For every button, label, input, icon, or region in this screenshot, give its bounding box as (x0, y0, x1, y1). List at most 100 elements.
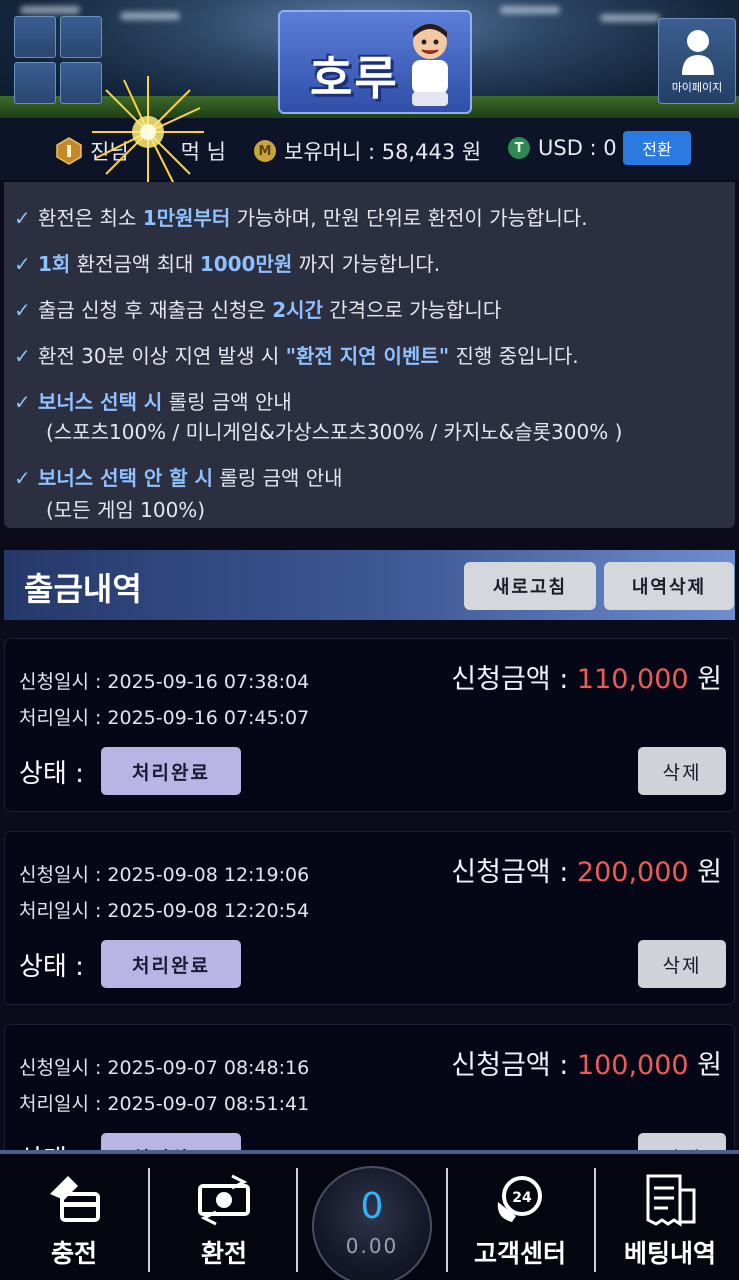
nav-betting-history[interactable]: 베팅내역 (596, 1154, 739, 1280)
request-amount: 신청금액 : 100,000 원 (451, 1043, 722, 1082)
bottom-nav: 충전 환전 0 0.00 24 고객센터 베팅내역 (0, 1150, 739, 1280)
notice-highlight: 1회 (38, 252, 71, 276)
check-icon: ✓ (14, 298, 31, 322)
notice-line: ✓ 보너스 선택 안 할 시 롤링 금액 안내 (14, 462, 343, 491)
check-icon: ✓ (14, 252, 31, 276)
notice-text: 진행 중입니다. (449, 344, 579, 368)
mypage-label: 마이페이지 (671, 81, 723, 94)
notice-line: ✓ 보너스 선택 시 롤링 금액 안내 (14, 386, 292, 415)
clear-history-button[interactable]: 내역삭제 (604, 562, 734, 610)
stadium-light (600, 14, 660, 22)
delete-button[interactable]: 삭제 (638, 747, 726, 795)
notice-text: 환전 30분 이상 지연 발생 시 (38, 344, 286, 368)
exchange-money-icon (198, 1174, 250, 1226)
section-title: 출금내역 (24, 570, 142, 608)
user-icon (682, 30, 714, 75)
request-time: 신청일시 : 2025-09-07 08:48:16 (19, 1057, 310, 1079)
dial-sub-value: 0.00 (345, 1234, 399, 1258)
money-display: M 보유머니 : 58,443 원 (254, 136, 481, 166)
usd-coin-icon: T (508, 137, 530, 159)
menu-grid-cell (14, 62, 56, 104)
request-time: 신청일시 : 2025-09-16 07:38:04 (19, 671, 310, 693)
notice-text: 환전은 최소 (38, 206, 143, 230)
withdrawal-record: 신청일시 : 2025-09-16 07:38:04 처리일시 : 2025-0… (4, 638, 735, 812)
notice-text: 환전금액 최대 (70, 252, 200, 276)
processed-time: 처리일시 : 2025-09-07 08:51:41 (19, 1093, 310, 1115)
amount-unit: 원 (688, 664, 722, 695)
request-amount: 신청금액 : 110,000 원 (451, 657, 722, 696)
amount-value: 100,000 (576, 1050, 689, 1081)
player-mascot-icon (412, 24, 448, 106)
notice-subtext: (스포츠100% / 미니게임&가상스포츠300% / 카지노&슬롯300% ) (46, 420, 623, 444)
notice-text: 롤링 금액 안내 (162, 390, 292, 414)
check-icon: ✓ (14, 206, 31, 230)
level-badge-icon (56, 137, 82, 165)
receipt-icon (646, 1174, 696, 1227)
notice-text: 까지 가능합니다. (292, 252, 441, 276)
status-label: 상태 : (19, 759, 84, 789)
amount-label: 신청금액 : (451, 664, 577, 695)
convert-button[interactable]: 전환 (623, 131, 691, 165)
nav-support-label: 고객센터 (473, 1239, 566, 1268)
notice-subtext: (모든 게임 100%) (46, 498, 206, 522)
nav-exchange-label: 환전 (200, 1239, 247, 1268)
menu-grid-cell (60, 16, 102, 58)
nav-exchange[interactable]: 환전 (150, 1154, 298, 1280)
notice-highlight: 1만원부터 (142, 206, 231, 230)
processed-time: 처리일시 : 2025-09-08 12:20:54 (19, 900, 310, 922)
status-label: 상태 : (19, 952, 84, 982)
amount-unit: 원 (688, 1050, 722, 1081)
nav-divider (296, 1168, 298, 1272)
exchange-notice: ✓ 환전은 최소 1만원부터 가능하며, 만원 단위로 환전이 가능합니다. ✓ 1… (4, 182, 735, 528)
notice-highlight: 보너스 선택 시 (38, 390, 163, 414)
site-logo[interactable]: 호루 (278, 10, 472, 114)
amount-unit: 원 (688, 857, 722, 888)
notice-line: ✓ 환전 30분 이상 지연 발생 시 "환전 지연 이벤트" 진행 중입니다. (14, 340, 579, 369)
money-coin-icon: M (254, 140, 276, 162)
notice-text: 롤링 금액 안내 (213, 466, 343, 490)
request-amount: 신청금액 : 200,000 원 (451, 850, 722, 889)
notice-line: ✓ 환전은 최소 1만원부터 가능하며, 만원 단위로 환전이 가능합니다. (14, 202, 588, 231)
amount-label: 신청금액 : (451, 857, 577, 888)
amount-value: 110,000 (576, 664, 689, 695)
stadium-light (120, 12, 180, 20)
refresh-button[interactable]: 새로고침 (464, 562, 596, 610)
notice-text: 가능하며, 만원 단위로 환전이 가능합니다. (230, 206, 588, 230)
page: 호루 마이페이지 진님 (0, 0, 739, 1280)
usd-label: USD : 0 (538, 136, 617, 160)
stadium-light (20, 6, 80, 14)
sparkle-icon (92, 76, 204, 188)
notice-line: ✓ 출금 신청 후 재출금 신청은 2시간 간격으로 가능합니다 (14, 294, 501, 323)
check-icon: ✓ (14, 390, 31, 414)
notice-text: 출금 신청 후 재출금 신청은 (38, 298, 273, 322)
balance-dial[interactable]: 0 0.00 (312, 1166, 432, 1280)
amount-label: 신청금액 : (451, 1050, 577, 1081)
status-badge: 처리완료 (101, 940, 241, 988)
notice-highlight: 1000만원 (199, 252, 293, 276)
mypage-button[interactable]: 마이페이지 (658, 18, 736, 104)
nav-charge-label: 충전 (50, 1239, 97, 1268)
amount-value: 200,000 (576, 857, 689, 888)
delete-button[interactable]: 삭제 (638, 940, 726, 988)
stadium-light (500, 6, 560, 14)
deposit-card-icon (50, 1176, 100, 1222)
notice-highlight: 2시간 (272, 298, 323, 322)
nav-support[interactable]: 24 고객센터 (446, 1154, 594, 1280)
logo-text: 호루 (310, 51, 399, 105)
check-icon: ✓ (14, 344, 31, 368)
dial-value: 0 (360, 1186, 384, 1227)
menu-grid-cell (14, 16, 56, 58)
request-time: 신청일시 : 2025-09-08 12:19:06 (19, 864, 310, 886)
usd-display: T USD : 0 (508, 136, 617, 160)
processed-time: 처리일시 : 2025-09-16 07:45:07 (19, 707, 310, 729)
money-label: 보유머니 : 58,443 원 (284, 140, 482, 164)
notice-line: ✓ 1회 환전금액 최대 1000만원 까지 가능합니다. (14, 248, 440, 277)
status-badge: 처리완료 (101, 747, 241, 795)
support-phone-icon: 24 (497, 1176, 542, 1222)
svg-text:24: 24 (512, 1190, 532, 1206)
check-icon: ✓ (14, 466, 31, 490)
notice-highlight: 보너스 선택 안 할 시 (38, 466, 214, 490)
notice-highlight: "환전 지연 이벤트" (285, 344, 450, 368)
nav-charge[interactable]: 충전 (0, 1154, 148, 1280)
nav-betting-label: 베팅내역 (623, 1239, 716, 1268)
